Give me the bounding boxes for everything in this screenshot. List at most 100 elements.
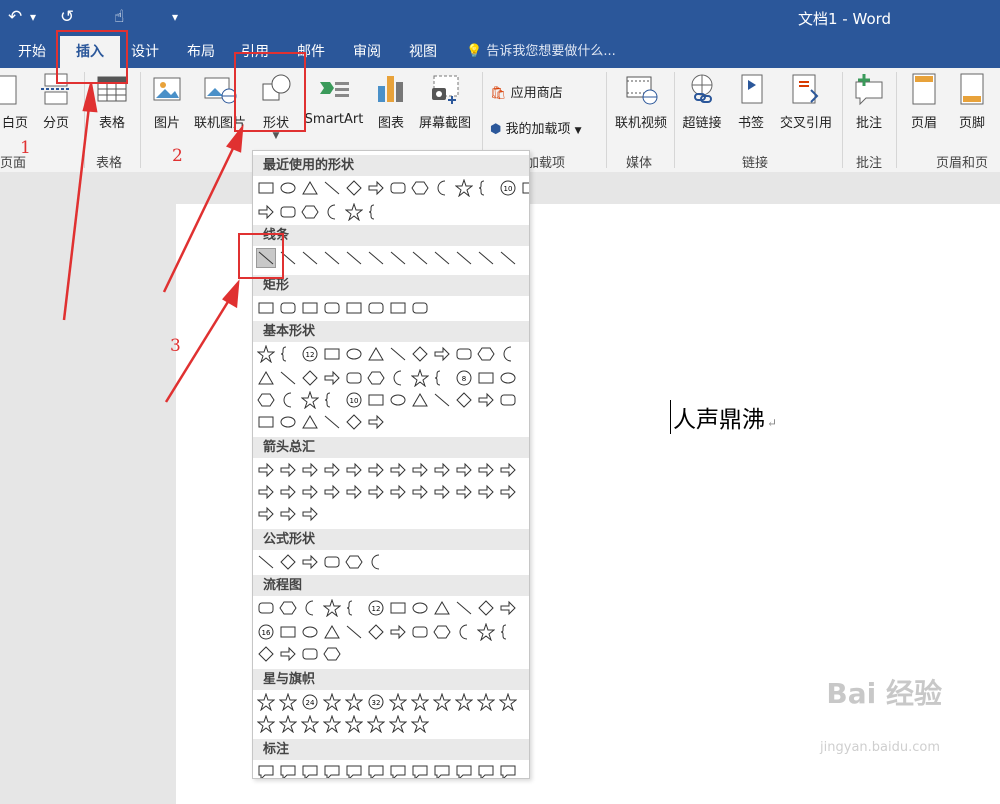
- shape-badge[interactable]: 16: [257, 623, 275, 641]
- undo-icon[interactable]: ↶: [8, 6, 22, 28]
- touch-mode-icon[interactable]: ☝: [114, 6, 124, 28]
- shape-arrow[interactable]: [345, 483, 363, 501]
- shape-round[interactable]: [279, 299, 297, 317]
- shape-rect[interactable]: [521, 179, 529, 197]
- shape-arrow[interactable]: [477, 483, 495, 501]
- shape-tri[interactable]: [323, 623, 341, 641]
- shape-star[interactable]: [300, 390, 320, 410]
- shape-moon[interactable]: [367, 553, 385, 571]
- shape-arrow[interactable]: [323, 461, 341, 479]
- shape-arrow[interactable]: [477, 391, 495, 409]
- shape-badge[interactable]: 12: [367, 599, 385, 617]
- shape-rect[interactable]: [389, 299, 407, 317]
- bookmark-button[interactable]: 书签: [732, 72, 770, 131]
- shape-star[interactable]: [366, 714, 386, 734]
- shape-star[interactable]: [498, 692, 518, 712]
- shape-star[interactable]: [300, 714, 320, 734]
- tell-me-search[interactable]: 💡 告诉我您想要做什么...: [466, 36, 616, 68]
- shape-badge[interactable]: 10: [345, 391, 363, 409]
- hyperlink-button[interactable]: 超链接: [678, 72, 726, 131]
- shape-arrow[interactable]: [455, 483, 473, 501]
- shape-line[interactable]: [345, 249, 363, 267]
- shape-diamond[interactable]: [455, 391, 473, 409]
- shape-hex[interactable]: [323, 645, 341, 663]
- shape-star[interactable]: [322, 714, 342, 734]
- shape-round[interactable]: [367, 299, 385, 317]
- shape-arrow[interactable]: [257, 505, 275, 523]
- shape-line[interactable]: [455, 249, 473, 267]
- shape-rect[interactable]: [279, 623, 297, 641]
- shape-arrow[interactable]: [279, 483, 297, 501]
- shape-tri[interactable]: [433, 599, 451, 617]
- shape-star[interactable]: [278, 692, 298, 712]
- shape-line[interactable]: [323, 179, 341, 197]
- shape-rect[interactable]: [257, 179, 275, 197]
- pictures-button[interactable]: 图片: [146, 72, 188, 131]
- shape-diamond[interactable]: [301, 369, 319, 387]
- shape-rect[interactable]: [389, 599, 407, 617]
- shape-hex[interactable]: [257, 391, 275, 409]
- shape-tri[interactable]: [257, 369, 275, 387]
- shape-line[interactable]: [433, 249, 451, 267]
- shape-badge[interactable]: 10: [499, 179, 517, 197]
- footer-button[interactable]: 页脚: [952, 72, 992, 131]
- shape-hex[interactable]: [433, 623, 451, 641]
- shape-arrow[interactable]: [499, 483, 517, 501]
- shape-brace[interactable]: [499, 623, 517, 641]
- shape-line[interactable]: [477, 249, 495, 267]
- shape-arrow[interactable]: [389, 461, 407, 479]
- my-addins-button[interactable]: ⬢ 我的加载项 ▼: [490, 118, 582, 137]
- shape-arrow[interactable]: [301, 505, 319, 523]
- shape-star[interactable]: [410, 714, 430, 734]
- shape-star[interactable]: [388, 692, 408, 712]
- shape-star[interactable]: [388, 714, 408, 734]
- shape-rect[interactable]: [301, 299, 319, 317]
- shape-arrow[interactable]: [433, 345, 451, 363]
- shape-arrow[interactable]: [477, 461, 495, 479]
- shape-arrow[interactable]: [257, 461, 275, 479]
- shape-star[interactable]: [454, 692, 474, 712]
- comment-button[interactable]: 批注: [848, 72, 890, 131]
- shape-round[interactable]: [455, 345, 473, 363]
- shape-round[interactable]: [411, 299, 429, 317]
- shape-arrow[interactable]: [389, 483, 407, 501]
- shape-diamond[interactable]: [345, 179, 363, 197]
- shape-diamond[interactable]: [345, 413, 363, 431]
- shape-badge[interactable]: 12: [301, 345, 319, 363]
- shape-ellipse[interactable]: [389, 391, 407, 409]
- blank-page-button[interactable]: 白页: [0, 72, 30, 131]
- shape-rect[interactable]: [477, 369, 495, 387]
- shape-diamond[interactable]: [411, 345, 429, 363]
- shape-rect[interactable]: [345, 299, 363, 317]
- shape-arrow[interactable]: [279, 505, 297, 523]
- shape-arrow[interactable]: [345, 461, 363, 479]
- cross-reference-button[interactable]: 交叉引用: [774, 72, 838, 131]
- shape-line[interactable]: [301, 249, 319, 267]
- shape-arrow[interactable]: [499, 461, 517, 479]
- shape-hex[interactable]: [301, 203, 319, 221]
- shape-line[interactable]: [367, 249, 385, 267]
- shape-badge[interactable]: 8: [455, 369, 473, 387]
- shape-line[interactable]: [323, 413, 341, 431]
- shape-badge[interactable]: 32: [367, 693, 385, 711]
- shape-tri[interactable]: [367, 345, 385, 363]
- shape-brace[interactable]: [477, 179, 495, 197]
- shape-tri[interactable]: [301, 179, 319, 197]
- tab-layout[interactable]: 布局: [178, 36, 224, 68]
- shape-arrow[interactable]: [301, 553, 319, 571]
- shape-ellipse[interactable]: [411, 599, 429, 617]
- shape-arrow[interactable]: [367, 413, 385, 431]
- shape-rect[interactable]: [257, 299, 275, 317]
- screenshot-button[interactable]: 屏幕截图: [414, 72, 476, 131]
- shape-moon[interactable]: [433, 179, 451, 197]
- shape-line[interactable]: [499, 249, 517, 267]
- tab-home[interactable]: 开始: [6, 36, 58, 68]
- shape-arrow[interactable]: [323, 369, 341, 387]
- tab-view[interactable]: 视图: [400, 36, 446, 68]
- shape-star[interactable]: [344, 692, 364, 712]
- shape-round[interactable]: [323, 553, 341, 571]
- shape-arrow[interactable]: [367, 179, 385, 197]
- document-text[interactable]: 人声鼎沸 ↵: [670, 400, 777, 434]
- tab-design[interactable]: 设计: [122, 36, 168, 68]
- shape-hex[interactable]: [411, 179, 429, 197]
